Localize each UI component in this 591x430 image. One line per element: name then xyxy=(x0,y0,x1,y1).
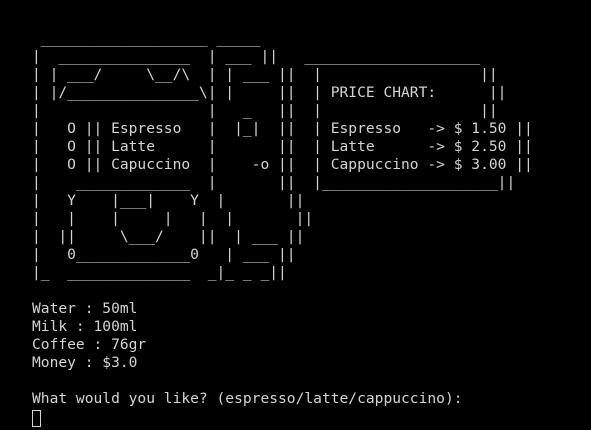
ascii-line: | O || Capuccino | -o || | Cappuccino ->… xyxy=(32,156,533,173)
order-prompt: What would you like? (espresso/latte/cap… xyxy=(32,390,463,407)
milk-status: Milk : 100ml xyxy=(32,318,138,335)
water-status: Water : 50ml xyxy=(32,300,138,317)
money-status: Money : $3.0 xyxy=(32,354,138,371)
ascii-line: | O || Espresso | |_| || | Espresso -> $… xyxy=(32,120,533,137)
resource-status: Water : 50ml Milk : 100ml Coffee : 76gr … xyxy=(32,300,582,372)
text-cursor[interactable] xyxy=(32,410,41,427)
ascii-line: | | ___/ \__/\ | | ___ || | || xyxy=(32,66,498,83)
ascii-line: ___________________ _____ xyxy=(32,30,261,47)
input-line[interactable] xyxy=(32,408,582,430)
ascii-line: | _______________ | ___ || _____________… xyxy=(32,48,481,65)
coffee-machine-ascii-art: ___________________ _____ | ____________… xyxy=(32,30,582,282)
terminal-output: ___________________ _____ | ____________… xyxy=(32,30,582,430)
ascii-line: | |/_______________\| | || | PRICE CHART… xyxy=(32,84,507,101)
coffee-status: Coffee : 76gr xyxy=(32,336,147,353)
ascii-line: | | | | | | || xyxy=(32,210,314,227)
ascii-line: | _____________ | || |__________________… xyxy=(32,174,516,191)
ascii-line: | Y |___| Y | || xyxy=(32,192,305,209)
ascii-line: | || \___/ || | ___ || xyxy=(32,228,305,245)
ascii-line: |_ ______________ _|_ _ _|| xyxy=(32,264,287,281)
ascii-line: | O || Latte | || | Latte -> $ 2.50 || xyxy=(32,138,533,155)
ascii-line: | 0_____________0 | ___ || xyxy=(32,246,296,263)
ascii-line: | | _ || | || xyxy=(32,102,498,119)
